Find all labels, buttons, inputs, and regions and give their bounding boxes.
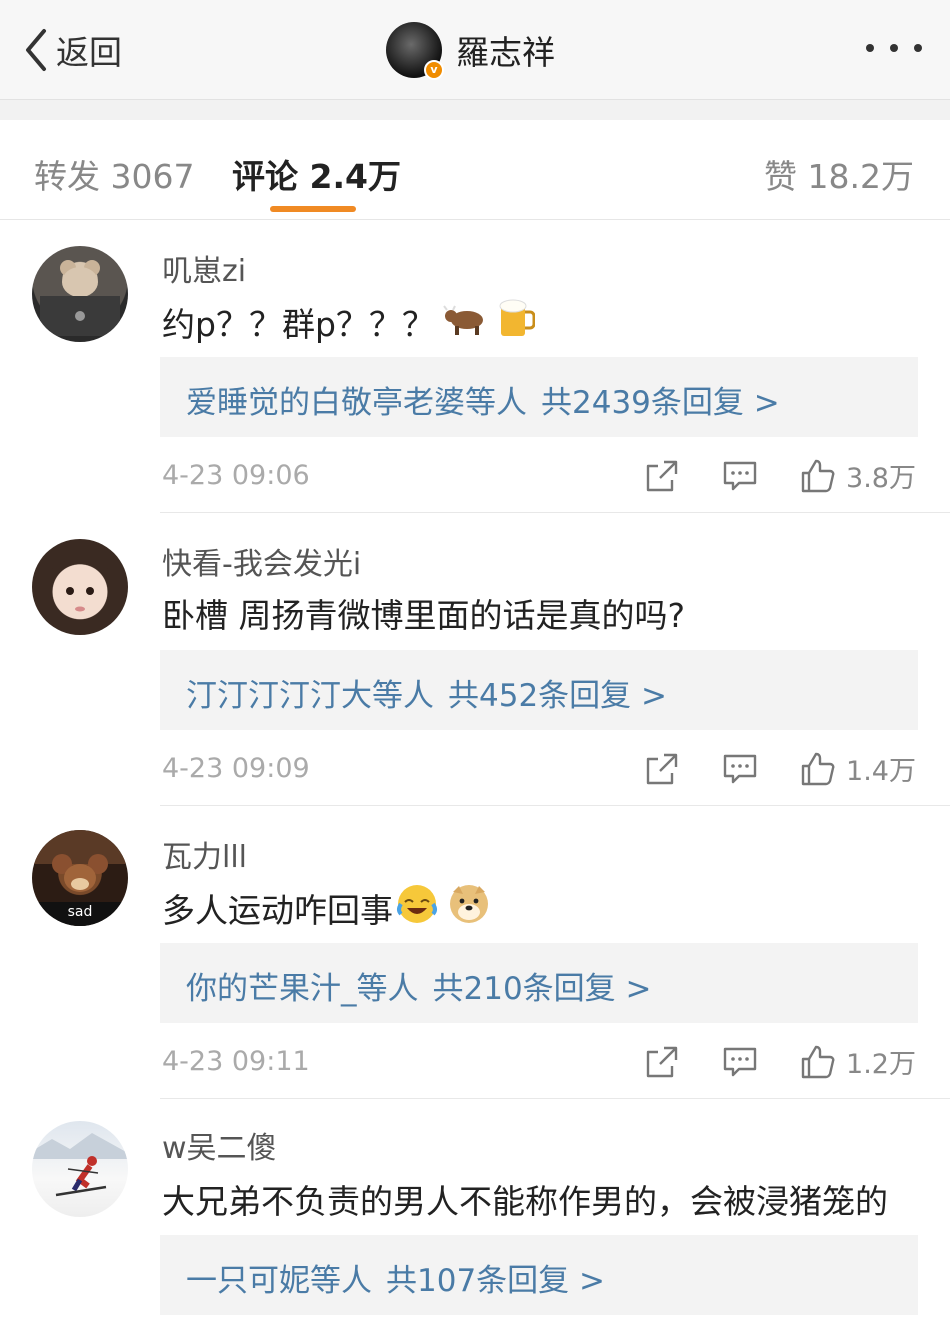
comment-actions: 3.8万 xyxy=(644,456,916,495)
reply-button[interactable] xyxy=(722,458,758,494)
comment-actions: 1.2万 xyxy=(644,1042,916,1081)
girl-avatar-image xyxy=(52,555,108,612)
comment-item: w吴二傻 大兄弟不负责的男人不能称作男的，会被浸猪笼的 一只可妮等人 共107条回… xyxy=(0,1099,950,1332)
comment-item: 快看-我会发光i 卧槽 周扬青微博里面的话是真的吗? 汀汀汀汀汀大等人 共452条… xyxy=(0,513,950,806)
skier-avatar-image xyxy=(32,1133,128,1197)
tab-likes[interactable]: 赞 18.2万 xyxy=(764,150,914,198)
verified-badge-icon: v xyxy=(424,60,444,80)
thumbs-up-icon xyxy=(801,752,835,785)
page-title: 羅志祥 xyxy=(456,33,555,72)
reply-summary-box[interactable]: 汀汀汀汀汀大等人 共452条回复 > xyxy=(160,650,918,730)
comment-icon xyxy=(723,1047,757,1076)
tab-repost[interactable]: 转发 3067 xyxy=(34,150,194,198)
reply-users: 爱睡觉的白敬亭老婆等人 xyxy=(186,385,527,421)
like-count: 3.8万 xyxy=(846,463,916,494)
like-count: 1.2万 xyxy=(846,1049,916,1080)
share-icon xyxy=(646,460,678,491)
like-button[interactable]: 1.2万 xyxy=(800,1042,916,1081)
reply-summary: 一只可妮等人 共107条回复 > xyxy=(186,1255,605,1300)
reply-summary-box[interactable]: 一只可妮等人 共107条回复 > xyxy=(160,1235,918,1315)
share-button[interactable] xyxy=(644,751,680,787)
comment-actions: 1.4万 xyxy=(644,749,916,788)
comment-username[interactable]: 叽崽zi xyxy=(162,246,246,290)
comment-icon xyxy=(723,461,757,490)
like-button[interactable]: 3.8万 xyxy=(800,456,916,495)
cow-emoji xyxy=(443,298,489,346)
reply-users: 一只可妮等人 xyxy=(186,1263,372,1299)
comment-body: 卧槽 周扬青微博里面的话是真的吗? xyxy=(162,596,686,635)
reply-summary-box[interactable]: 爱睡觉的白敬亭老婆等人 共2439条回复 > xyxy=(160,357,918,437)
comment-body: 大兄弟不负责的男人不能称作男的，会被浸猪笼的 xyxy=(162,1182,888,1221)
profile-header[interactable]: v 羅志祥 xyxy=(386,20,555,80)
comment-item: 叽崽zi 约p？？群p？？？ 爱睡觉的白敬亭老婆等人 共2439条回复 > 4-2… xyxy=(0,220,950,513)
comment-text: 约p？？群p？？？ xyxy=(162,296,536,348)
user-avatar[interactable]: v xyxy=(386,22,444,80)
share-button[interactable] xyxy=(644,458,680,494)
more-options-icon[interactable] xyxy=(866,36,922,60)
active-tab-indicator xyxy=(270,206,356,212)
tab-comments[interactable]: 评论 2.4万 xyxy=(232,150,401,198)
mouse-avatar[interactable]: sad xyxy=(32,830,128,926)
back-button[interactable]: 返回 xyxy=(22,22,122,78)
doge-emoji xyxy=(447,882,491,934)
reply-count-link[interactable]: 共452条回复 > xyxy=(448,678,667,714)
thumbs-up-icon xyxy=(801,1045,835,1078)
comment-item: sad 瓦力lll 多人运动咋回事 你的芒果汁_等人 共210条回复 > 4-2… xyxy=(0,806,950,1099)
comment-text: 多人运动咋回事 xyxy=(162,882,491,934)
like-count: 1.4万 xyxy=(846,756,916,787)
beer-emoji xyxy=(497,296,536,348)
share-icon xyxy=(646,753,678,784)
avatar-caption: sad xyxy=(67,904,93,920)
reply-summary: 汀汀汀汀汀大等人 共452条回复 > xyxy=(186,670,667,715)
reply-summary: 你的芒果汁_等人 共210条回复 > xyxy=(186,963,652,1008)
top-nav-bar: 返回 v 羅志祥 xyxy=(0,0,950,100)
chevron-left-icon xyxy=(26,29,46,71)
bear-avatar[interactable] xyxy=(32,246,128,342)
like-button[interactable]: 1.4万 xyxy=(800,749,916,788)
thumbs-up-icon xyxy=(801,459,835,492)
skier-avatar[interactable] xyxy=(32,1121,128,1217)
comment-body: 多人运动咋回事 xyxy=(162,891,393,930)
reply-users: 汀汀汀汀汀大等人 xyxy=(186,678,434,714)
reply-count-link[interactable]: 共210条回复 > xyxy=(433,971,652,1007)
laugh-cry-emoji xyxy=(395,882,439,934)
reply-button[interactable] xyxy=(722,751,758,787)
comment-timestamp: 4-23 09:06 xyxy=(162,460,310,491)
reply-summary: 爱睡觉的白敬亭老婆等人 共2439条回复 > xyxy=(186,377,780,422)
girl-avatar[interactable] xyxy=(32,539,128,635)
comment-username[interactable]: 瓦力lll xyxy=(162,832,247,876)
comment-timestamp: 4-23 09:09 xyxy=(162,753,310,784)
reply-count-link[interactable]: 共2439条回复 > xyxy=(541,385,780,421)
reply-users: 你的芒果汁_等人 xyxy=(186,971,419,1007)
comment-username[interactable]: w吴二傻 xyxy=(162,1123,277,1167)
comment-text: 卧槽 周扬青微博里面的话是真的吗? xyxy=(162,589,685,637)
tab-bar: 转发 3067 评论 2.4万 赞 18.2万 xyxy=(0,120,950,220)
bear-avatar-image xyxy=(40,260,120,336)
reply-summary-box[interactable]: 你的芒果汁_等人 共210条回复 > xyxy=(160,943,918,1023)
comment-text: 大兄弟不负责的男人不能称作男的，会被浸猪笼的 xyxy=(162,1175,888,1223)
comment-icon xyxy=(723,754,757,783)
reply-button[interactable] xyxy=(722,1044,758,1080)
comment-timestamp: 4-23 09:11 xyxy=(162,1046,310,1077)
back-label: 返回 xyxy=(56,33,122,72)
comment-username[interactable]: 快看-我会发光i xyxy=(162,539,361,583)
share-icon xyxy=(646,1046,678,1077)
section-gap xyxy=(0,100,950,120)
share-button[interactable] xyxy=(644,1044,680,1080)
comment-body: 约p？？群p？？？ xyxy=(162,305,435,344)
reply-count-link[interactable]: 共107条回复 > xyxy=(386,1263,605,1299)
